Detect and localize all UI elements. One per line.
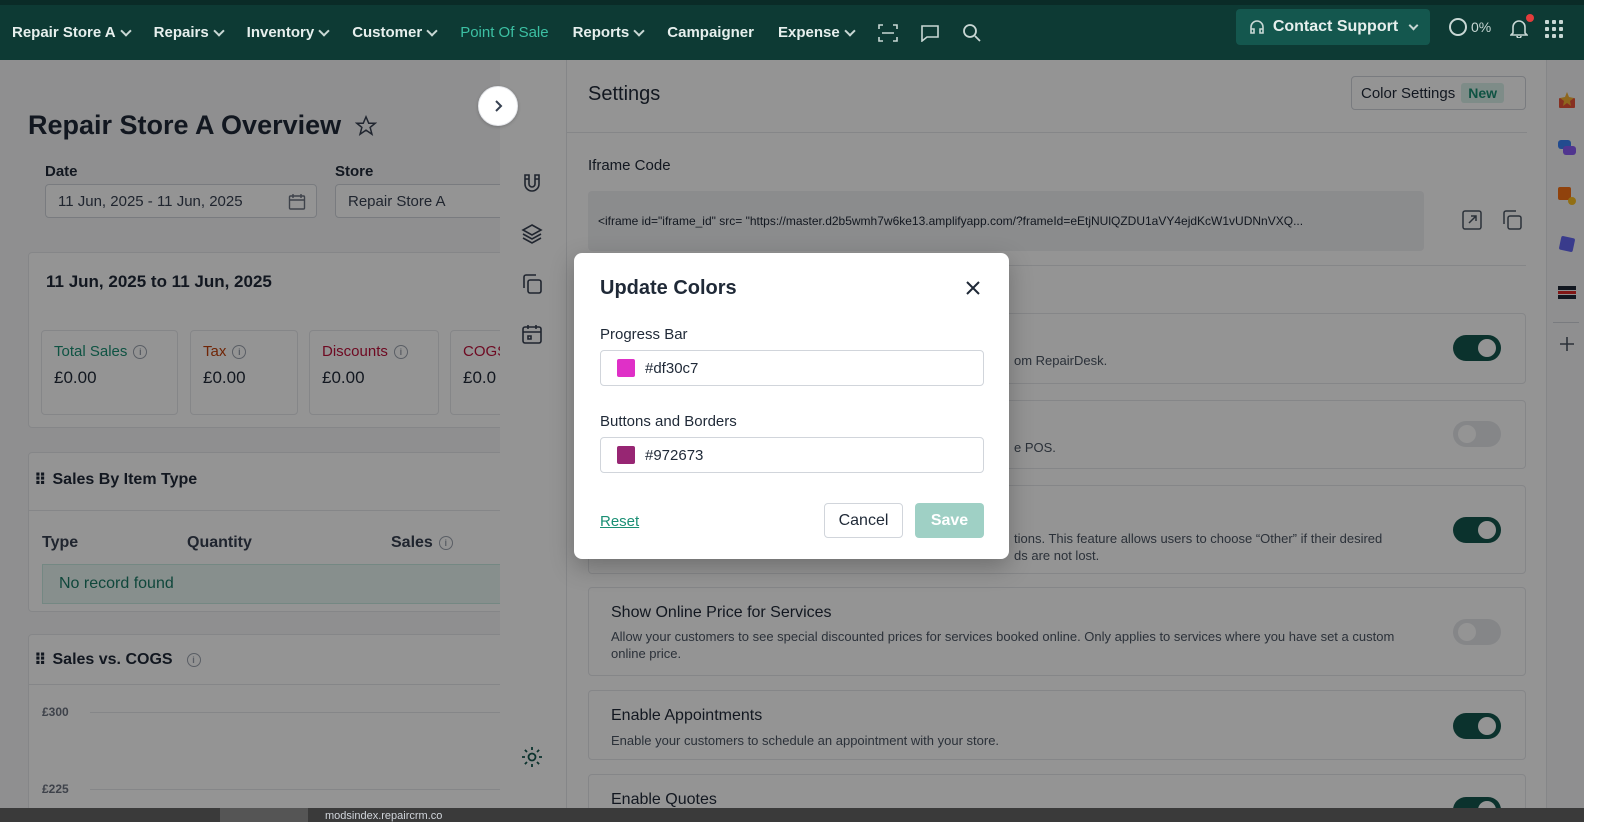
chevron-down-icon	[633, 24, 645, 37]
chevron-down-icon	[119, 24, 132, 37]
window-edge	[1584, 0, 1600, 822]
status-tab	[220, 808, 308, 822]
progress-bar-label: Progress Bar	[600, 326, 688, 343]
bell-icon[interactable]	[1509, 18, 1529, 41]
contact-support-button[interactable]: Contact Support	[1236, 9, 1430, 45]
color-swatch[interactable]	[617, 359, 635, 377]
cancel-button[interactable]: Cancel	[824, 503, 903, 538]
nav-customer[interactable]: Customer	[352, 24, 438, 41]
nav-reports-label: Reports	[572, 24, 630, 41]
save-button[interactable]: Save	[915, 503, 984, 538]
modal-title: Update Colors	[600, 277, 737, 299]
update-colors-modal: Update Colors Progress Bar #df30c7 Butto…	[574, 253, 1009, 559]
color-swatch[interactable]	[617, 446, 635, 464]
scan-icon[interactable]	[877, 23, 898, 42]
setup-progress[interactable]: 0%	[1449, 18, 1491, 36]
search-icon[interactable]	[962, 23, 982, 43]
chevron-down-icon	[844, 24, 856, 37]
chevron-down-icon	[213, 24, 225, 37]
progress-bar-color-input[interactable]: #df30c7	[600, 350, 984, 386]
collapse-drawer-button[interactable]	[478, 86, 518, 126]
nav-customer-label: Customer	[352, 24, 423, 41]
nav-pos-label: Point Of Sale	[460, 24, 549, 41]
close-icon[interactable]	[964, 279, 982, 297]
status-url: modsindex.repaircrm.co	[325, 810, 443, 822]
nav-store-select[interactable]: Repair Store A	[12, 24, 132, 41]
apps-grid-icon[interactable]	[1545, 20, 1563, 38]
buttons-borders-color-input[interactable]: #972673	[600, 437, 984, 473]
modal-backdrop	[0, 60, 500, 822]
chevron-down-icon	[426, 24, 438, 37]
chat-icon[interactable]	[920, 24, 940, 42]
nav-expense-label: Expense	[777, 24, 840, 41]
chevron-right-icon	[495, 100, 503, 112]
nav-store-label: Repair Store A	[12, 24, 116, 41]
reset-link[interactable]: Reset	[600, 513, 639, 530]
nav-expense[interactable]: Expense	[777, 24, 856, 41]
nav-reports[interactable]: Reports	[572, 24, 645, 41]
nav-campaigner-label: Campaigner	[667, 24, 754, 41]
progress-value: 0%	[1471, 19, 1492, 35]
progress-ring-icon	[1449, 18, 1467, 36]
nav-inventory[interactable]: Inventory	[246, 24, 330, 41]
nav-campaigner[interactable]: Campaigner	[667, 24, 754, 41]
nav-repairs-label: Repairs	[153, 24, 209, 41]
nav-repairs[interactable]: Repairs	[153, 24, 225, 41]
browser-status-bar	[0, 808, 1584, 822]
buttons-borders-label: Buttons and Borders	[600, 413, 737, 430]
contact-support-label: Contact Support	[1272, 18, 1399, 35]
notification-dot	[1526, 14, 1534, 22]
progress-bar-color-value: #df30c7	[645, 359, 699, 377]
buttons-borders-color-value: #972673	[645, 446, 704, 464]
chevron-down-icon	[318, 24, 330, 37]
nav-inventory-label: Inventory	[246, 24, 315, 41]
nav-point-of-sale[interactable]: Point Of Sale	[460, 24, 548, 41]
chevron-down-icon	[1408, 20, 1419, 30]
headset-icon	[1250, 20, 1264, 34]
